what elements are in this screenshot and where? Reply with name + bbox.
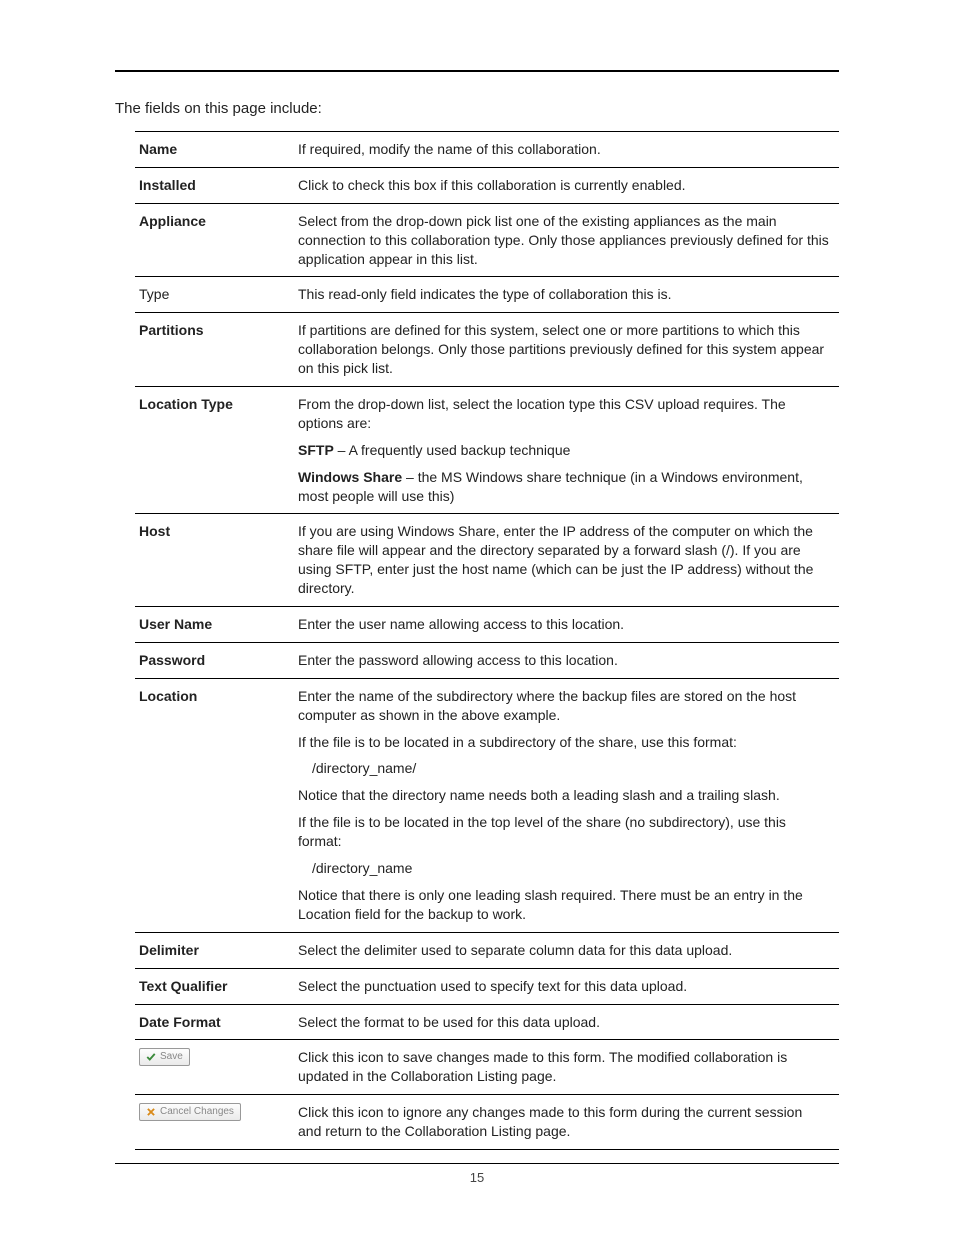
table-row: Name If required, modify the name of thi… (135, 132, 839, 168)
fields-table: Name If required, modify the name of thi… (135, 131, 839, 1150)
cancel-button-image: Cancel Changes (139, 1103, 241, 1121)
table-row: Host If you are using Windows Share, ent… (135, 514, 839, 607)
table-row: Appliance Select from the drop-down pick… (135, 203, 839, 277)
field-desc: From the drop-down list, select the loca… (294, 387, 839, 514)
table-row: Type This read-only field indicates the … (135, 277, 839, 313)
text: Enter the name of the subdirectory where… (298, 687, 829, 725)
field-desc: If you are using Windows Share, enter th… (294, 514, 839, 607)
top-rule (115, 70, 839, 72)
bold: SFTP (298, 442, 334, 458)
field-label: Name (135, 132, 294, 168)
bottom-rule (115, 1163, 839, 1164)
field-label: Text Qualifier (135, 968, 294, 1004)
code-text: /directory_name (298, 859, 829, 878)
field-desc: Enter the name of the subdirectory where… (294, 678, 839, 932)
field-desc: Select the format to be used for this da… (294, 1004, 839, 1040)
field-desc: If required, modify the name of this col… (294, 132, 839, 168)
field-desc: Click this icon to save changes made to … (294, 1040, 839, 1095)
document-page: The fields on this page include: Name If… (0, 0, 954, 1235)
field-label: Location (135, 678, 294, 932)
table-row: Location Type From the drop-down list, s… (135, 387, 839, 514)
field-label: Installed (135, 167, 294, 203)
table-row: Save Click this icon to save changes mad… (135, 1040, 839, 1095)
field-label: Type (135, 277, 294, 313)
btn-label: Cancel Changes (160, 1105, 234, 1119)
text: Notice that the directory name needs bot… (298, 786, 829, 805)
field-label: Password (135, 642, 294, 678)
table-row: Location Enter the name of the subdirect… (135, 678, 839, 932)
btn-label: Save (160, 1050, 183, 1064)
field-desc: Click to check this box if this collabor… (294, 167, 839, 203)
field-label: Delimiter (135, 932, 294, 968)
field-desc: Enter the user name allowing access to t… (294, 607, 839, 643)
text: From the drop-down list, select the loca… (298, 395, 829, 433)
table-row: Password Enter the password allowing acc… (135, 642, 839, 678)
x-icon (146, 1107, 156, 1117)
field-label: Save (135, 1040, 294, 1095)
field-desc: This read-only field indicates the type … (294, 277, 839, 313)
save-button-image: Save (139, 1048, 190, 1066)
check-icon (146, 1052, 156, 1062)
field-desc: Select from the drop-down pick list one … (294, 203, 839, 277)
field-label: Appliance (135, 203, 294, 277)
field-desc: Select the delimiter used to separate co… (294, 932, 839, 968)
text: If the file is to be located in the top … (298, 813, 829, 851)
field-desc: If partitions are defined for this syste… (294, 313, 839, 387)
field-desc: Enter the password allowing access to th… (294, 642, 839, 678)
field-label: Partitions (135, 313, 294, 387)
bold: Windows Share (298, 469, 402, 485)
page-number: 15 (115, 1170, 839, 1185)
table-row: Date Format Select the format to be used… (135, 1004, 839, 1040)
table-row: Delimiter Select the delimiter used to s… (135, 932, 839, 968)
field-label: Location Type (135, 387, 294, 514)
footer: 15 (115, 1163, 839, 1185)
text: If the file is to be located in a subdir… (298, 733, 829, 752)
text: – A frequently used backup technique (334, 442, 571, 458)
text: SFTP – A frequently used backup techniqu… (298, 441, 829, 460)
table-row: User Name Enter the user name allowing a… (135, 607, 839, 643)
field-label: User Name (135, 607, 294, 643)
field-desc: Select the punctuation used to specify t… (294, 968, 839, 1004)
field-label: Cancel Changes (135, 1095, 294, 1150)
table-row: Text Qualifier Select the punctuation us… (135, 968, 839, 1004)
table-row: Cancel Changes Click this icon to ignore… (135, 1095, 839, 1150)
field-label: Date Format (135, 1004, 294, 1040)
text: Notice that there is only one leading sl… (298, 886, 829, 924)
text: Windows Share – the MS Windows share tec… (298, 468, 829, 506)
intro-text: The fields on this page include: (115, 100, 839, 117)
code-text: /directory_name/ (298, 759, 829, 778)
field-label: Host (135, 514, 294, 607)
table-row: Installed Click to check this box if thi… (135, 167, 839, 203)
field-desc: Click this icon to ignore any changes ma… (294, 1095, 839, 1150)
table-row: Partitions If partitions are defined for… (135, 313, 839, 387)
